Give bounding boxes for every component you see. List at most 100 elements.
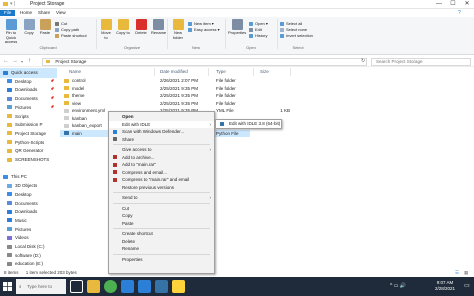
file-type: File folder — [216, 78, 236, 83]
quick-access-toolbar[interactable]: ▾ | — [10, 1, 15, 7]
column-separator[interactable] — [208, 68, 209, 76]
menu-item-open[interactable]: Open — [109, 113, 214, 121]
recent-locations-button[interactable]: ▾ — [21, 59, 23, 64]
delete-button[interactable]: Delete — [134, 19, 148, 36]
copy-button[interactable]: Copy — [22, 19, 36, 36]
history-button[interactable]: History — [249, 33, 267, 38]
selection-info: 1 item selected 203 bytes — [25, 270, 77, 275]
menu-separator — [113, 202, 210, 204]
address-field[interactable]: Project Storage — [42, 58, 367, 66]
menu-item-send-to[interactable]: Send to › — [109, 194, 214, 202]
menu-item-share[interactable]: Share — [109, 136, 214, 144]
column-date-modified[interactable]: Date modified — [160, 69, 188, 74]
idle-icon[interactable] — [172, 280, 185, 293]
notification-icon[interactable]: ▭ — [464, 282, 470, 289]
file-name: control — [72, 78, 86, 83]
search-input[interactable]: Search Project Storage — [371, 58, 471, 66]
tab-file[interactable]: File — [0, 10, 16, 16]
forward-button[interactable]: → — [12, 58, 18, 64]
open-icon — [249, 21, 253, 26]
invert-selection-button[interactable]: Invert selection — [280, 33, 313, 38]
file-row[interactable]: control 2/26/2021 2:07 PM File folder — [60, 77, 474, 85]
nav-item-label: Submission P — [15, 122, 43, 128]
tab-home[interactable]: Home — [16, 10, 36, 16]
paste-shortcut-button[interactable]: Paste shortcut — [55, 33, 87, 38]
menu-item-cut[interactable]: Cut — [109, 205, 214, 213]
tab-view[interactable]: View — [52, 10, 70, 16]
navigation-pane: Quick access Desktop 📌 Downloads 📌 Documents 📌… — [0, 68, 57, 269]
move-to-button[interactable]: Move to — [99, 19, 113, 40]
refresh-icon[interactable]: ↻ — [361, 58, 365, 64]
select-none-icon — [280, 27, 284, 32]
minimize-button[interactable]: — — [432, 0, 446, 9]
menu-item-delete[interactable]: Delete — [109, 238, 214, 246]
clock[interactable]: 9:07 AM 2/28/2021 — [430, 280, 460, 292]
column-separator[interactable] — [154, 68, 155, 76]
folder-icon — [7, 131, 12, 136]
select-all-icon — [280, 21, 284, 26]
open-button[interactable]: Open ▾ — [249, 21, 268, 26]
select-none-button[interactable]: Select none — [280, 27, 307, 32]
column-separator[interactable] — [290, 68, 291, 76]
menu-item-restore-previous-versions[interactable]: Restore previous versions — [109, 184, 214, 192]
column-name[interactable]: Name — [69, 69, 81, 74]
task-view-icon[interactable] — [70, 280, 83, 293]
close-button[interactable]: ✕ — [460, 0, 474, 9]
up-button[interactable]: ↑ — [28, 58, 31, 64]
menu-separator — [113, 253, 210, 255]
menu-item-scan-with-windows-defender[interactable]: Scan with Windows Defender... — [109, 128, 214, 136]
mail-icon[interactable] — [138, 280, 151, 293]
paste-button[interactable]: Paste — [38, 19, 52, 36]
menu-item-edit-with-idle[interactable]: Edit with IDLE › — [109, 120, 214, 128]
file-row[interactable]: view 2/25/2021 9:35 PM File folder — [60, 100, 474, 108]
details-view-icon[interactable]: ☰ — [455, 269, 459, 277]
menu-item-paste[interactable]: Paste — [109, 220, 214, 228]
select-all-button[interactable]: Select all — [280, 21, 302, 26]
menu-item-rename[interactable]: Rename — [109, 245, 214, 253]
nav-item[interactable]: education (E:) — [0, 259, 57, 269]
taskbar: ⌕ Type here to search ^ ▭ 🔊 9:07 AM 2/28… — [0, 277, 474, 296]
column-type[interactable]: Type — [216, 69, 226, 74]
properties-button[interactable]: Properties — [228, 19, 246, 36]
system-tray-icons[interactable]: ^ ▭ 🔊 — [390, 283, 406, 289]
column-size[interactable]: Size — [260, 69, 269, 74]
menu-item-compress-to-main-rar-and-email[interactable]: Compress to "main.rar" and email — [109, 176, 214, 184]
back-button[interactable]: ← — [3, 58, 9, 64]
tab-share[interactable]: Share — [34, 10, 54, 16]
chrome-icon[interactable] — [104, 280, 117, 293]
menu-item-add-to-main-rar[interactable]: Add to "main.rar" — [109, 161, 214, 169]
maximize-button[interactable]: ☐ — [446, 0, 460, 9]
folder-icon — [64, 101, 69, 106]
help-icon[interactable]: ? — [458, 10, 461, 16]
menu-item-properties[interactable]: Properties — [109, 256, 214, 264]
copy-to-button[interactable]: Copy to — [116, 19, 130, 36]
search-icon: ⌕ — [19, 284, 22, 289]
cube-icon — [7, 183, 12, 188]
file-row[interactable]: model 2/25/2021 9:35 PM File folder — [60, 85, 474, 93]
open-group-label: Open — [246, 45, 256, 50]
menu-item-give-access-to[interactable]: Give access to › — [109, 146, 214, 154]
new-item-button[interactable]: New item ▾ — [188, 21, 214, 26]
column-separator[interactable] — [253, 68, 254, 76]
store-icon[interactable] — [121, 280, 134, 293]
python-icon[interactable] — [155, 280, 168, 293]
large-icons-view-icon[interactable]: ▦ — [464, 269, 468, 277]
menu-item-add-to-archive[interactable]: Add to archive... — [109, 154, 214, 162]
share-icon — [113, 137, 117, 142]
file-type: Python File — [216, 130, 239, 136]
file-row[interactable]: theme 2/25/2021 9:35 PM File folder — [60, 92, 474, 100]
menu-item-create-shortcut[interactable]: Create shortcut — [109, 230, 214, 238]
windows-start-icon[interactable] — [3, 282, 12, 291]
pin-quick-access-button[interactable]: Pin to Quick access — [2, 19, 20, 45]
menu-item-compress-and-email[interactable]: Compress and email... — [109, 169, 214, 177]
copy-path-button[interactable]: Copy path — [55, 27, 79, 32]
file-explorer-icon[interactable] — [87, 280, 100, 293]
cut-button[interactable]: Cut — [55, 21, 67, 26]
menu-item-idle-38[interactable]: Edit with IDLE 3.8 (64-bit) — [216, 120, 281, 128]
rename-button[interactable]: Rename — [151, 19, 166, 36]
easy-access-button[interactable]: Easy access ▾ — [188, 27, 220, 32]
new-folder-button[interactable]: New folder — [170, 19, 186, 40]
menu-item-copy[interactable]: Copy — [109, 212, 214, 220]
taskbar-search-input[interactable]: ⌕ Type here to search — [16, 279, 66, 294]
edit-button[interactable]: Edit — [249, 27, 262, 32]
